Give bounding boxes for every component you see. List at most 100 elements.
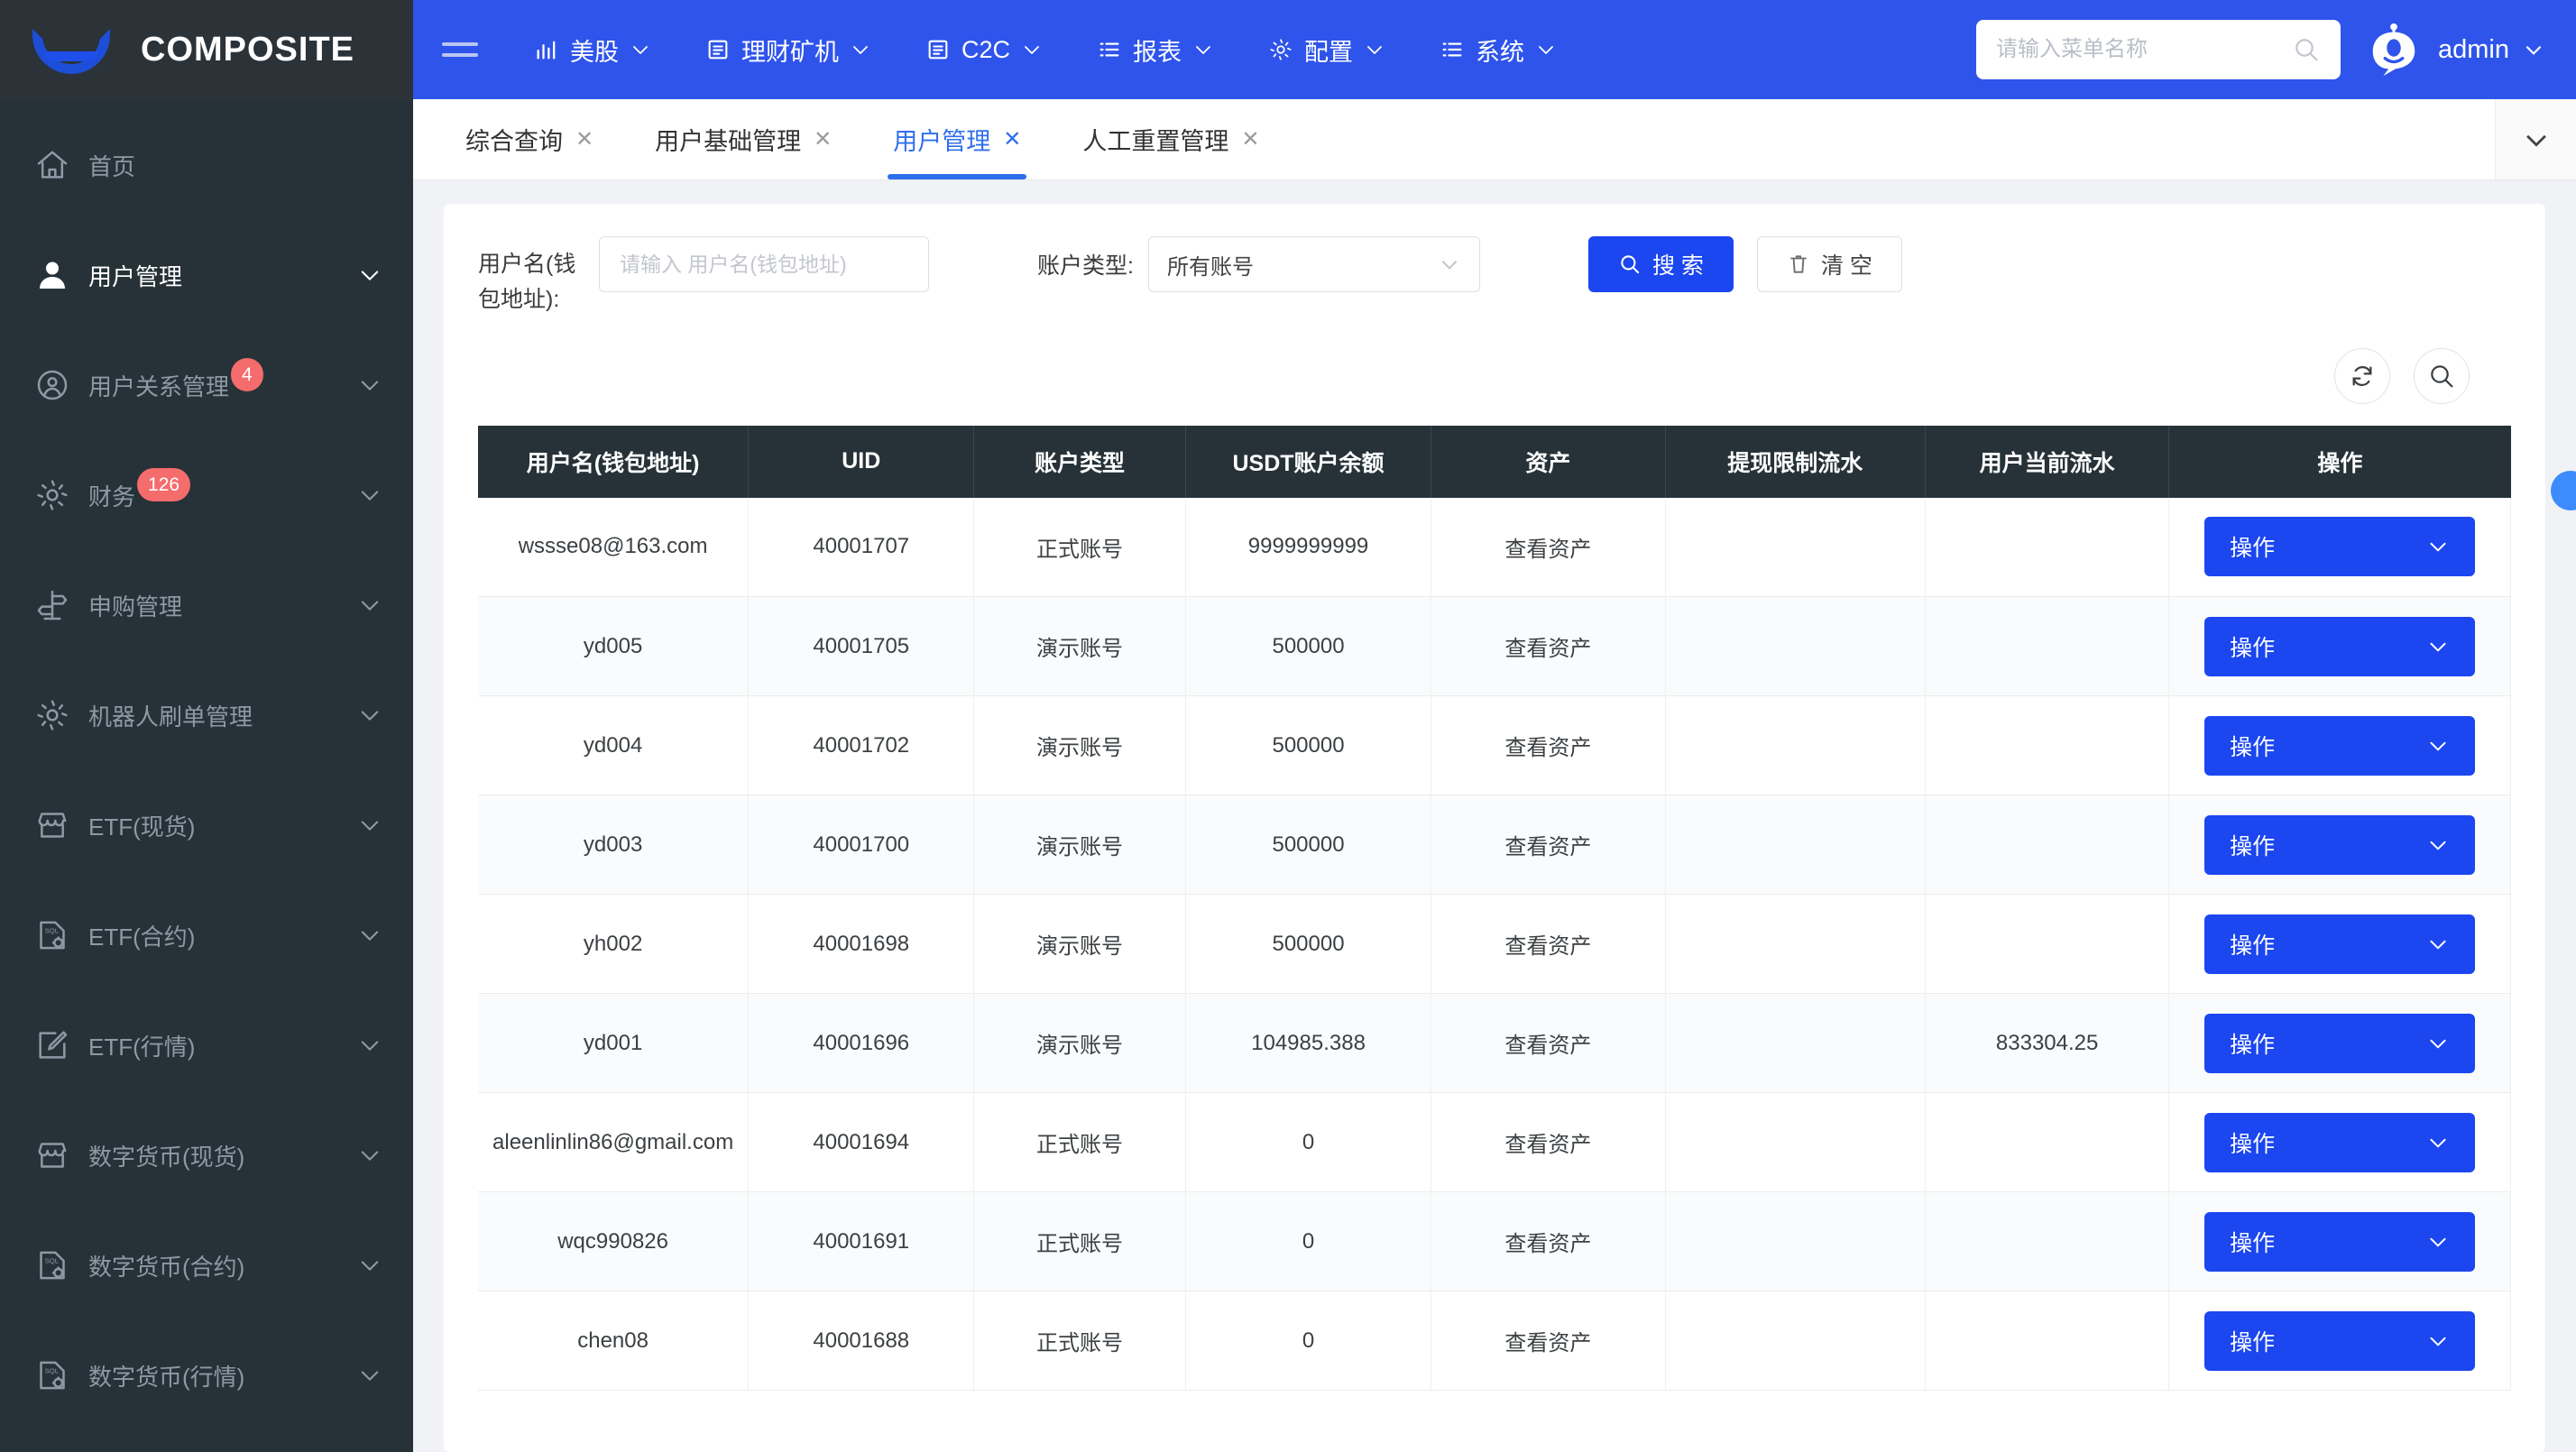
cell-asset-link[interactable]: 查看资产 [1431,696,1665,795]
chevron-down-icon[interactable] [357,1033,382,1058]
chevron-down-icon[interactable] [357,1253,382,1278]
sidebar-item-13[interactable]: 外汇交易(合约) [0,1430,413,1452]
sidebar-item-10[interactable]: 数字货币(现货) [0,1100,413,1210]
cell-asset-link[interactable]: 查看资产 [1431,498,1665,597]
cell-asset-link[interactable]: 查看资产 [1431,895,1665,994]
action-button[interactable]: 操作 [2204,517,2475,576]
sidebar-item-7[interactable]: ETF(现货) [0,770,413,880]
action-button[interactable]: 操作 [2204,716,2475,776]
sidebar-item-6[interactable]: 机器人刷单管理 [0,660,413,770]
cell-asset-link[interactable]: 查看资产 [1431,1192,1665,1291]
cell-username[interactable]: wqc990826 [478,1192,749,1291]
cell-usdt-balance[interactable]: 0 [1185,1291,1431,1391]
cell-asset-link[interactable]: 查看资产 [1431,994,1665,1093]
cell-asset-link[interactable]: 查看资产 [1431,1093,1665,1192]
chevron-down-icon[interactable] [357,372,382,398]
cell-asset-link[interactable]: 查看资产 [1431,597,1665,696]
sidebar-item-label: 数字货币(现货) [88,1139,244,1172]
close-icon[interactable]: ✕ [814,129,832,151]
tab-1[interactable]: 综合查询✕ [435,99,624,179]
cell-username[interactable]: yd004 [478,696,749,795]
action-button[interactable]: 操作 [2204,914,2475,974]
action-button[interactable]: 操作 [2204,1014,2475,1073]
action-button[interactable]: 操作 [2204,1113,2475,1172]
close-icon[interactable]: ✕ [575,129,593,151]
chevron-down-icon[interactable] [357,703,382,728]
chevron-down-icon[interactable] [357,482,382,508]
robot-avatar-icon[interactable] [2366,22,2422,78]
sidebar-item-1[interactable]: 首页 [0,110,413,220]
cell-usdt-balance[interactable]: 9999999999 [1185,498,1431,597]
cell-usdt-balance[interactable]: 500000 [1185,895,1431,994]
top-nav-item-1[interactable]: 美股 [507,0,678,99]
sidebar-item-3[interactable]: 用户关系管理4 [0,330,413,440]
cell-usdt-balance[interactable]: 0 [1185,1093,1431,1192]
cell-usdt-balance[interactable]: 500000 [1185,597,1431,696]
cell-asset-link[interactable]: 查看资产 [1431,795,1665,895]
top-nav-item-2[interactable]: 理财矿机 [678,0,898,99]
cell-uid: 40001700 [749,795,974,895]
chevron-down-icon[interactable] [2522,38,2545,61]
cell-usdt-balance[interactable]: 0 [1185,1192,1431,1291]
sidebar-item-2[interactable]: 用户管理 [0,220,413,330]
tab-label: 人工重置管理 [1082,122,1228,157]
tab-2[interactable]: 用户基础管理✕ [624,99,862,179]
chevron-down-icon[interactable] [357,593,382,618]
sidebar-item-12[interactable]: SQL数字货币(行情) [0,1320,413,1430]
sidebar-item-4[interactable]: 财务126 [0,440,413,550]
cell-usdt-balance[interactable]: 104985.388 [1185,994,1431,1093]
sidebar-item-9[interactable]: ETF(行情) [0,990,413,1100]
action-button[interactable]: 操作 [2204,617,2475,676]
action-button-label: 操作 [2230,730,2275,762]
chevron-down-icon[interactable] [357,923,382,948]
hamburger-menu-icon[interactable] [413,42,507,57]
chevron-down-icon[interactable] [357,262,382,288]
table-search-icon[interactable] [2414,348,2470,404]
brand-header: COMPOSITE [0,0,413,99]
cell-username[interactable]: aleenlinlin86@gmail.com [478,1093,749,1192]
edge-floating-button[interactable] [2551,471,2576,510]
top-nav-item-label: 系统 [1476,32,1524,68]
cell-withdraw-limit-flow [1665,696,1925,795]
search-button[interactable]: 搜 索 [1588,236,1734,292]
search-icon[interactable] [2292,35,2321,64]
menu-search-input[interactable] [1996,37,2292,62]
top-nav-item-5[interactable]: 配置 [1241,0,1412,99]
tab-3[interactable]: 用户管理 ✕ [862,99,1052,179]
cell-usdt-balance[interactable]: 500000 [1185,696,1431,795]
table-row: yd00440001702演示账号500000查看资产操作 [478,696,2511,795]
action-button[interactable]: 操作 [2204,1311,2475,1371]
close-icon[interactable]: ✕ [1241,129,1259,151]
cell-username[interactable]: yh002 [478,895,749,994]
tab-4[interactable]: 人工重置管理 ✕ [1052,99,1290,179]
cell-username[interactable]: chen08 [478,1291,749,1391]
clear-button[interactable]: 清 空 [1757,236,1902,292]
cell-username[interactable]: wssse08@163.com [478,498,749,597]
sidebar-item-8[interactable]: SQLETF(合约) [0,880,413,990]
chevron-down-icon[interactable] [357,1363,382,1388]
refresh-icon[interactable] [2334,348,2390,404]
chevron-down-icon[interactable] [357,813,382,838]
action-button[interactable]: 操作 [2204,1212,2475,1272]
account-type-select[interactable]: 所有账号 [1148,236,1480,292]
top-nav-item-4[interactable]: 报表 [1070,0,1241,99]
cell-username[interactable]: yd005 [478,597,749,696]
top-nav-item-6[interactable]: 系统 [1412,0,1584,99]
trash-icon [1787,253,1810,276]
username-filter-input[interactable] [599,236,929,292]
cell-username[interactable]: yd003 [478,795,749,895]
action-button[interactable]: 操作 [2204,815,2475,875]
sidebar-item-5[interactable]: 申购管理 [0,550,413,660]
tab-label: 用户管理 [893,122,990,157]
cell-asset-link[interactable]: 查看资产 [1431,1291,1665,1391]
tabs-more-button[interactable] [2495,99,2576,179]
menu-search-box[interactable] [1976,20,2341,79]
list-document-icon [925,37,951,62]
user-name[interactable]: admin [2438,35,2509,65]
cell-usdt-balance[interactable]: 500000 [1185,795,1431,895]
sidebar-item-11[interactable]: SQL数字货币(合约) [0,1210,413,1320]
chevron-down-icon[interactable] [357,1143,382,1168]
close-icon[interactable]: ✕ [1003,129,1021,151]
cell-username[interactable]: yd001 [478,994,749,1093]
top-nav-item-3[interactable]: C2C [898,0,1070,99]
